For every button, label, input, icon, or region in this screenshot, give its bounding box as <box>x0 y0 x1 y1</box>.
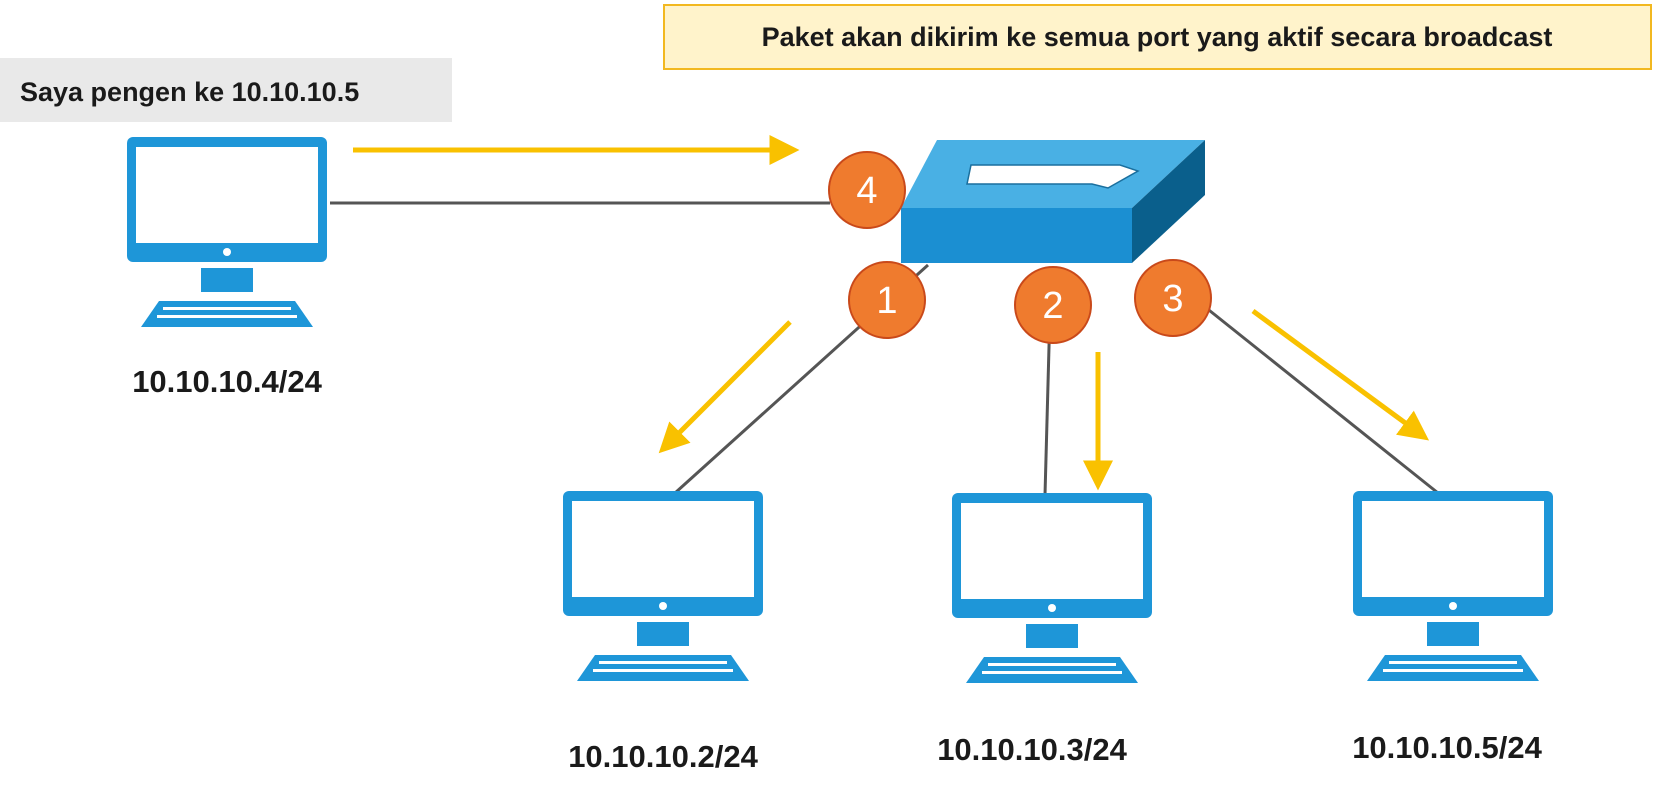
cables <box>330 201 1439 496</box>
port-number-2: 2 <box>1042 285 1063 327</box>
port-number-1: 1 <box>876 280 897 322</box>
host2-ip-label: 10.10.10.3/24 <box>937 732 1127 767</box>
source-computer-icon <box>127 137 327 327</box>
port-number-4: 4 <box>856 170 877 212</box>
network-switch-icon <box>901 140 1205 263</box>
port-badge-1: 1 <box>848 261 926 339</box>
host1-computer-icon <box>563 491 763 681</box>
source-ip-label: 10.10.10.4/24 <box>132 364 322 399</box>
host2-computer-icon <box>952 493 1152 683</box>
port-badge-3: 3 <box>1134 259 1212 337</box>
broadcast-callout-text: Paket akan dikirim ke semua port yang ak… <box>762 22 1553 52</box>
arrow-to-host3 <box>1251 308 1430 441</box>
request-callout-text: Saya pengen ke 10.10.10.5 <box>20 77 359 107</box>
host1-ip-label: 10.10.10.2/24 <box>568 739 758 774</box>
port-badge-2: 2 <box>1014 266 1092 344</box>
arrow-to-host1 <box>658 320 792 454</box>
broadcast-diagram: Paket akan dikirim ke semua port yang ak… <box>0 4 1652 774</box>
host3-ip-label: 10.10.10.5/24 <box>1352 730 1542 765</box>
host3-computer-icon <box>1353 491 1553 681</box>
port-badge-4: 4 <box>828 151 906 229</box>
port-number-3: 3 <box>1162 278 1183 320</box>
